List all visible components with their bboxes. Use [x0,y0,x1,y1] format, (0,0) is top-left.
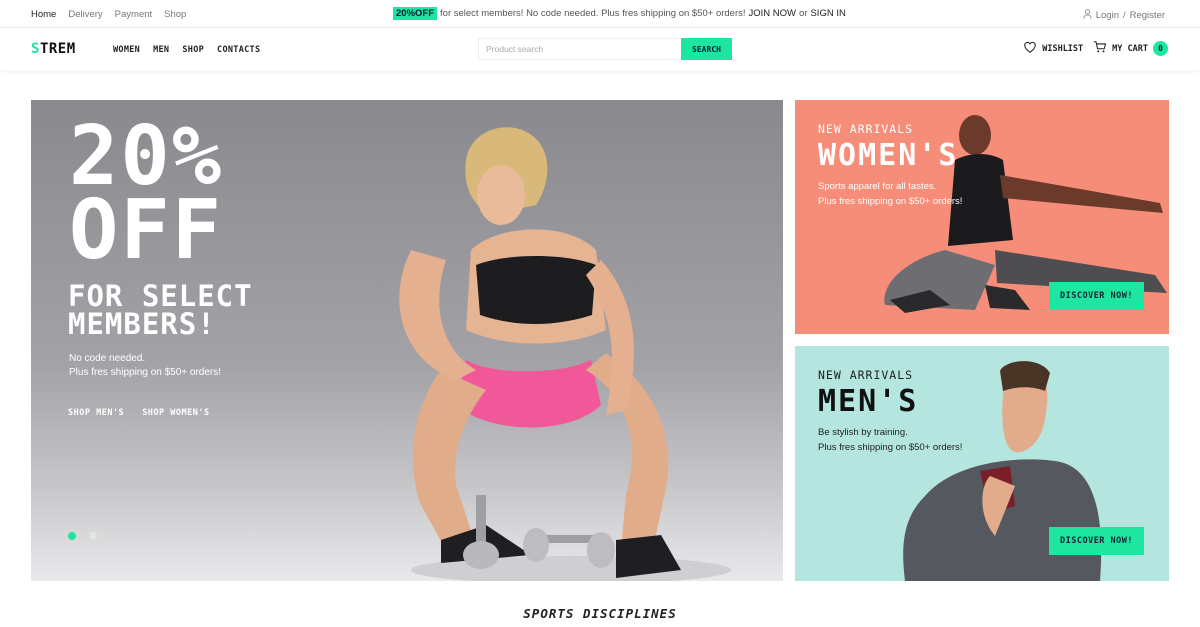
auth-separator: / [1122,10,1126,21]
hero-slider: 20% OFF FOR SELECT MEMBERS! No code need… [31,100,783,581]
mens-eyebrow: NEW ARRIVALS [818,368,914,382]
promo-text: for select members! No code needed. Plus… [440,8,746,19]
slider-dot-1[interactable] [68,532,76,540]
hero-model-image [399,127,731,581]
cart-label: MY CART [1112,43,1148,54]
login-link[interactable]: Login [1096,10,1119,21]
top-nav-shop[interactable]: Shop [164,9,186,20]
header-actions: WISHLIST MY CART 0 [1023,40,1168,57]
main-nav: WOMEN MEN SHOP CONTACTS [113,45,260,55]
mens-title: MEN'S [818,384,919,419]
nav-shop[interactable]: SHOP [182,45,204,55]
heart-icon [1023,40,1037,57]
nav-men[interactable]: MEN [153,45,169,55]
cart-link[interactable]: MY CART 0 [1093,40,1168,57]
hero-description: No code needed. Plus fres shipping on $5… [69,352,221,380]
hero-links: SHOP MEN'S SHOP WOMEN'S [68,408,210,418]
search-button[interactable]: SEARCH [681,38,732,60]
search-input[interactable] [478,38,681,60]
logo-accent: S [31,41,40,57]
join-now-link[interactable]: JOIN NOW [749,8,797,19]
shop-womens-link[interactable]: SHOP WOMEN'S [142,408,209,418]
product-search: SEARCH [478,38,732,60]
mens-desc-line1: Be stylish by training. [818,427,908,438]
wishlist-label: WISHLIST [1042,43,1084,54]
top-bar: Home Delivery Payment Shop 20%OFF for se… [0,0,1200,28]
promo-badge: 20%OFF [393,7,438,20]
hero-headline: 20% OFF [69,116,224,278]
auth-links: Login / Register [1083,9,1165,22]
hero-sub-line2: MEMBERS! [68,307,216,341]
cart-icon [1093,40,1107,57]
womens-discover-button[interactable]: DISCOVER NOW! [1049,282,1144,310]
hero-desc-line2: Plus fres shipping on $50+ orders! [69,367,222,378]
cart-count-badge: 0 [1153,41,1168,56]
logo[interactable]: STREM [31,41,76,57]
hero-sub-line1: FOR SELECT [68,279,253,313]
womens-title: WOMEN'S [818,138,959,173]
slider-dots [68,532,97,540]
user-icon [1083,9,1092,22]
womens-desc-line1: Sports apparel for all tastes. [818,181,937,192]
nav-women[interactable]: WOMEN [113,45,140,55]
womens-description: Sports apparel for all tastes. Plus fres… [818,179,962,209]
nav-contacts[interactable]: CONTACTS [217,45,260,55]
top-nav-payment[interactable]: Payment [115,9,153,20]
logo-text: TREM [39,41,76,57]
mens-description: Be stylish by training. Plus fres shippi… [818,425,962,455]
womens-eyebrow: NEW ARRIVALS [818,122,914,136]
top-nav-delivery[interactable]: Delivery [68,9,102,20]
promo-banner: 20%OFF for select members! No code neede… [393,7,846,20]
shop-mens-link[interactable]: SHOP MEN'S [68,408,124,418]
hero-subheadline: FOR SELECT MEMBERS! [68,279,253,341]
mens-discover-button[interactable]: DISCOVER NOW! [1049,527,1144,555]
mens-desc-line2: Plus fres shipping on $50+ orders! [818,442,963,453]
hero-headline-line2: OFF [69,183,224,278]
top-nav: Home Delivery Payment Shop [31,9,186,20]
slider-dot-2[interactable] [89,532,97,540]
main-header: STREM WOMEN MEN SHOP CONTACTS SEARCH WIS… [0,28,1200,70]
register-link[interactable]: Register [1130,10,1165,21]
top-nav-home[interactable]: Home [31,9,56,20]
section-title: SPORTS DISCIPLINES [523,606,677,621]
sign-in-link[interactable]: SIGN IN [810,8,845,19]
mens-promo-card: NEW ARRIVALS MEN'S Be stylish by trainin… [795,346,1169,581]
womens-desc-line2: Plus fres shipping on $50+ orders! [818,196,963,207]
promo-or: or [799,8,808,19]
hero-desc-line1: No code needed. [69,353,146,364]
wishlist-link[interactable]: WISHLIST [1023,40,1083,57]
womens-promo-card: NEW ARRIVALS WOMEN'S Sports apparel for … [795,100,1169,334]
